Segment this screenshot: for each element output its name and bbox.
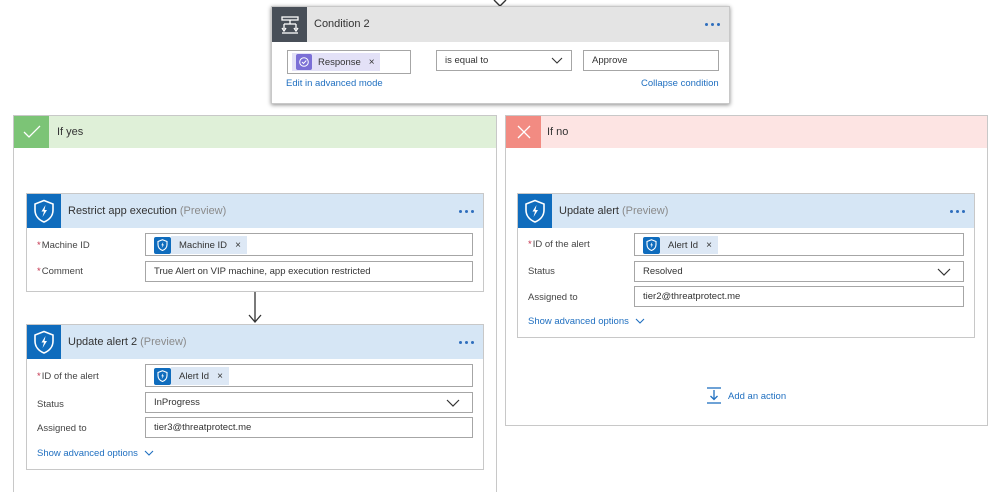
- update-alert-2-card: Update alert 2 (Preview) *ID of the alert…: [26, 324, 484, 470]
- flow-arrow: [248, 292, 262, 323]
- show-advanced-options-text: Show advanced options: [37, 448, 138, 459]
- comment-field[interactable]: True Alert on VIP machine, app execution…: [145, 261, 473, 282]
- assigned-to-field[interactable]: tier3@threatprotect.me: [145, 417, 473, 438]
- add-action-icon: [707, 387, 721, 404]
- if-no-title: If no: [547, 126, 569, 138]
- condition-value: Approve: [592, 55, 628, 66]
- comment-value: True Alert on VIP machine, app execution…: [154, 266, 371, 277]
- assigned-to-label: Assigned to: [528, 292, 578, 303]
- chevron-down-icon: [144, 451, 153, 457]
- machine-id-field[interactable]: Machine ID ×: [145, 233, 473, 256]
- if-yes-title: If yes: [57, 126, 84, 138]
- status-value: InProgress: [154, 397, 200, 408]
- status-select[interactable]: Resolved: [634, 261, 964, 282]
- more-options-icon[interactable]: [705, 23, 720, 26]
- status-value: Resolved: [643, 266, 683, 277]
- condition-left-operand[interactable]: Response ×: [287, 50, 411, 74]
- assigned-to-value: tier3@threatprotect.me: [154, 422, 252, 433]
- shield-icon: [643, 236, 660, 254]
- condition-card: Condition 2 Response × is equal to Appro…: [271, 6, 730, 104]
- if-yes-header: If yes: [14, 116, 496, 148]
- condition-icon: [272, 7, 307, 42]
- restrict-app-title-text: Restrict app execution: [68, 205, 177, 217]
- assigned-to-value: tier2@threatprotect.me: [643, 291, 741, 302]
- chevron-down-icon: [635, 319, 644, 325]
- chevron-down-icon: [446, 399, 460, 407]
- condition-operator-select[interactable]: is equal to: [436, 50, 572, 71]
- edit-advanced-mode-link[interactable]: Edit in advanced mode: [286, 78, 383, 89]
- shield-icon: [518, 194, 552, 228]
- add-action-button[interactable]: Add an action: [706, 387, 786, 405]
- response-token[interactable]: Response ×: [292, 53, 380, 71]
- alert-id-label: *ID of the alert: [528, 239, 590, 250]
- machine-id-token[interactable]: Machine ID ×: [154, 235, 247, 255]
- more-options-icon[interactable]: [950, 210, 965, 213]
- alert-id-label-text: ID of the alert: [41, 371, 99, 382]
- alert-id-token[interactable]: Alert Id ×: [643, 235, 718, 255]
- condition-value-input[interactable]: Approve: [583, 50, 719, 71]
- restrict-app-title: Restrict app execution (Preview): [68, 205, 226, 217]
- show-advanced-options-text: Show advanced options: [528, 316, 629, 327]
- preview-tag: (Preview): [179, 205, 227, 217]
- assigned-to-label: Assigned to: [37, 423, 87, 434]
- collapse-condition-link[interactable]: Collapse condition: [641, 78, 719, 89]
- alert-id-field[interactable]: Alert Id ×: [145, 364, 473, 387]
- approval-icon: [296, 54, 312, 70]
- remove-token-icon[interactable]: ×: [235, 240, 241, 251]
- alert-id-token[interactable]: Alert Id ×: [154, 366, 229, 386]
- alert-id-label: *ID of the alert: [37, 371, 99, 382]
- update-alert-title-text: Update alert: [559, 205, 619, 217]
- check-icon: [14, 116, 49, 148]
- machine-id-label-text: Machine ID: [41, 240, 90, 251]
- status-label: Status: [37, 399, 64, 410]
- alert-id-token-label: Alert Id: [668, 239, 699, 251]
- more-options-icon[interactable]: [459, 341, 474, 344]
- remove-token-icon[interactable]: ×: [369, 57, 375, 68]
- condition-header[interactable]: Condition 2: [272, 7, 729, 42]
- close-icon: [506, 116, 541, 148]
- alert-id-label-text: ID of the alert: [532, 239, 590, 250]
- condition-title: Condition 2: [314, 18, 370, 30]
- chevron-down-icon: [937, 268, 951, 276]
- if-no-header: If no: [506, 116, 987, 148]
- restrict-app-header[interactable]: Restrict app execution (Preview): [27, 194, 483, 228]
- update-alert-2-header[interactable]: Update alert 2 (Preview): [27, 325, 483, 359]
- update-alert-2-title: Update alert 2 (Preview): [68, 336, 187, 348]
- operator-value: is equal to: [445, 55, 489, 66]
- comment-label-text: Comment: [41, 266, 83, 277]
- shield-icon: [154, 236, 171, 254]
- show-advanced-options-link[interactable]: Show advanced options: [528, 316, 645, 327]
- shield-icon: [27, 194, 61, 228]
- shield-icon: [154, 367, 171, 385]
- more-options-icon[interactable]: [459, 210, 474, 213]
- update-alert-title: Update alert (Preview): [559, 205, 668, 217]
- update-alert-card: Update alert (Preview) *ID of the alert A…: [517, 193, 975, 338]
- shield-icon: [27, 325, 61, 359]
- status-label: Status: [528, 266, 555, 277]
- add-action-label: Add an action: [728, 390, 787, 402]
- response-token-label: Response: [318, 56, 361, 68]
- update-alert-header[interactable]: Update alert (Preview): [518, 194, 974, 228]
- status-select[interactable]: InProgress: [145, 392, 473, 413]
- restrict-app-execution-card: Restrict app execution (Preview) *Machine…: [26, 193, 484, 292]
- machine-id-label: *Machine ID: [37, 240, 90, 251]
- machine-id-token-label: Machine ID: [179, 239, 228, 251]
- assigned-to-field[interactable]: tier2@threatprotect.me: [634, 286, 964, 307]
- alert-id-field[interactable]: Alert Id ×: [634, 233, 964, 256]
- preview-tag: (Preview): [621, 205, 669, 217]
- comment-label: *Comment: [37, 266, 83, 277]
- preview-tag: (Preview): [140, 336, 187, 348]
- update-alert-2-title-text: Update alert 2: [68, 336, 138, 348]
- remove-token-icon[interactable]: ×: [706, 240, 712, 251]
- show-advanced-options-link[interactable]: Show advanced options: [37, 448, 154, 459]
- remove-token-icon[interactable]: ×: [217, 371, 223, 382]
- alert-id-token-label: Alert Id: [179, 370, 210, 382]
- chevron-down-icon: [551, 57, 563, 64]
